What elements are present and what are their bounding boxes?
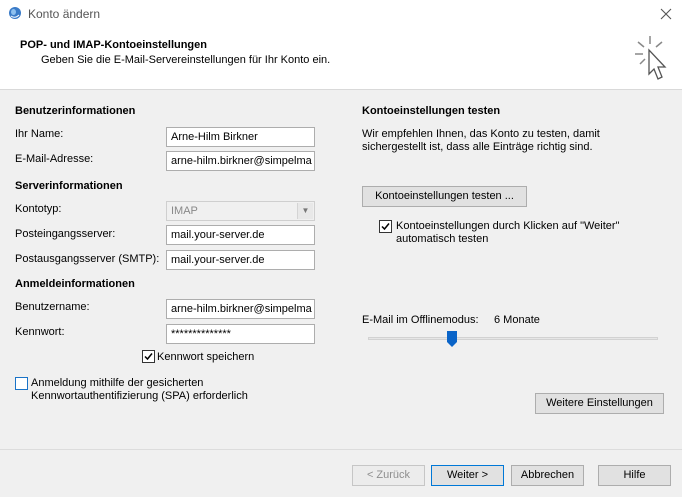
spa-label-line1: Anmeldung mithilfe der gesicherten	[31, 377, 204, 389]
email-input[interactable]: arne-hilm.birkner@simpelma	[166, 151, 315, 171]
auto-test-label-line1: Kontoeinstellungen durch Klicken auf "We…	[396, 220, 620, 232]
test-account-button[interactable]: Kontoeinstellungen testen ...	[362, 186, 527, 207]
close-icon	[660, 8, 672, 20]
section-test-settings: Kontoeinstellungen testen	[362, 105, 501, 117]
dialog-header: POP- und IMAP-Kontoeinstellungen Geben S…	[0, 28, 682, 90]
outgoing-server-label: Postausgangsserver (SMTP):	[15, 253, 160, 265]
remember-password-label: Kennwort speichern	[157, 351, 255, 363]
username-input[interactable]: arne-hilm.birkner@simpelma	[166, 299, 315, 319]
title-bar: Konto ändern	[0, 0, 682, 28]
offline-slider-track[interactable]	[368, 337, 658, 340]
test-description-line2: sichergestellt ist, dass alle Einträge r…	[362, 141, 593, 153]
back-button[interactable]: < Zurück	[352, 465, 425, 486]
offline-mode-label: E-Mail im Offlinemodus:	[362, 314, 479, 326]
more-settings-button[interactable]: Weitere Einstellungen	[535, 393, 664, 414]
spa-label-line2: Kennwortauthentifizierung (SPA) erforder…	[31, 390, 248, 402]
test-description-line1: Wir empfehlen Ihnen, das Konto zu testen…	[362, 128, 600, 140]
name-input[interactable]: Arne-Hilm Birkner	[166, 127, 315, 147]
offline-slider-thumb[interactable]	[447, 331, 458, 347]
email-label: E-Mail-Adresse:	[15, 153, 94, 165]
account-type-select[interactable]: IMAP ▼	[166, 201, 315, 221]
password-input[interactable]: **************	[166, 324, 315, 344]
close-button[interactable]	[652, 2, 680, 26]
section-server-info: Serverinformationen	[15, 180, 123, 192]
incoming-server-input[interactable]: mail.your-server.de	[166, 225, 315, 245]
chevron-down-icon: ▼	[297, 203, 313, 219]
section-user-info: Benutzerinformationen	[15, 105, 136, 117]
auto-test-checkbox[interactable]	[379, 220, 392, 233]
auto-test-label-line2: automatisch testen	[396, 233, 489, 245]
account-type-label: Kontotyp:	[15, 203, 62, 215]
password-label: Kennwort:	[15, 326, 65, 338]
header-title: POP- und IMAP-Kontoeinstellungen	[20, 39, 207, 51]
username-label: Benutzername:	[15, 301, 90, 313]
incoming-server-label: Posteingangsserver:	[15, 228, 116, 240]
remember-password-checkbox[interactable]	[142, 350, 155, 363]
wizard-cursor-icon	[635, 36, 667, 80]
checkmark-icon	[381, 223, 390, 231]
offline-mode-value: 6 Monate	[494, 314, 540, 326]
next-button[interactable]: Weiter >	[431, 465, 504, 486]
section-logon-info: Anmeldeinformationen	[15, 278, 135, 290]
name-label: Ihr Name:	[15, 128, 64, 140]
checkmark-icon	[144, 353, 153, 361]
account-type-value: IMAP	[171, 205, 198, 217]
cancel-button[interactable]: Abbrechen	[511, 465, 584, 486]
spa-checkbox[interactable]	[15, 377, 28, 390]
help-button[interactable]: Hilfe	[598, 465, 671, 486]
footer-divider	[0, 449, 682, 450]
header-subtitle: Geben Sie die E-Mail-Servereinstellungen…	[41, 54, 331, 66]
outgoing-server-input[interactable]: mail.your-server.de	[166, 250, 315, 270]
outlook-globe-icon	[9, 7, 21, 19]
window-title: Konto ändern	[28, 7, 101, 21]
